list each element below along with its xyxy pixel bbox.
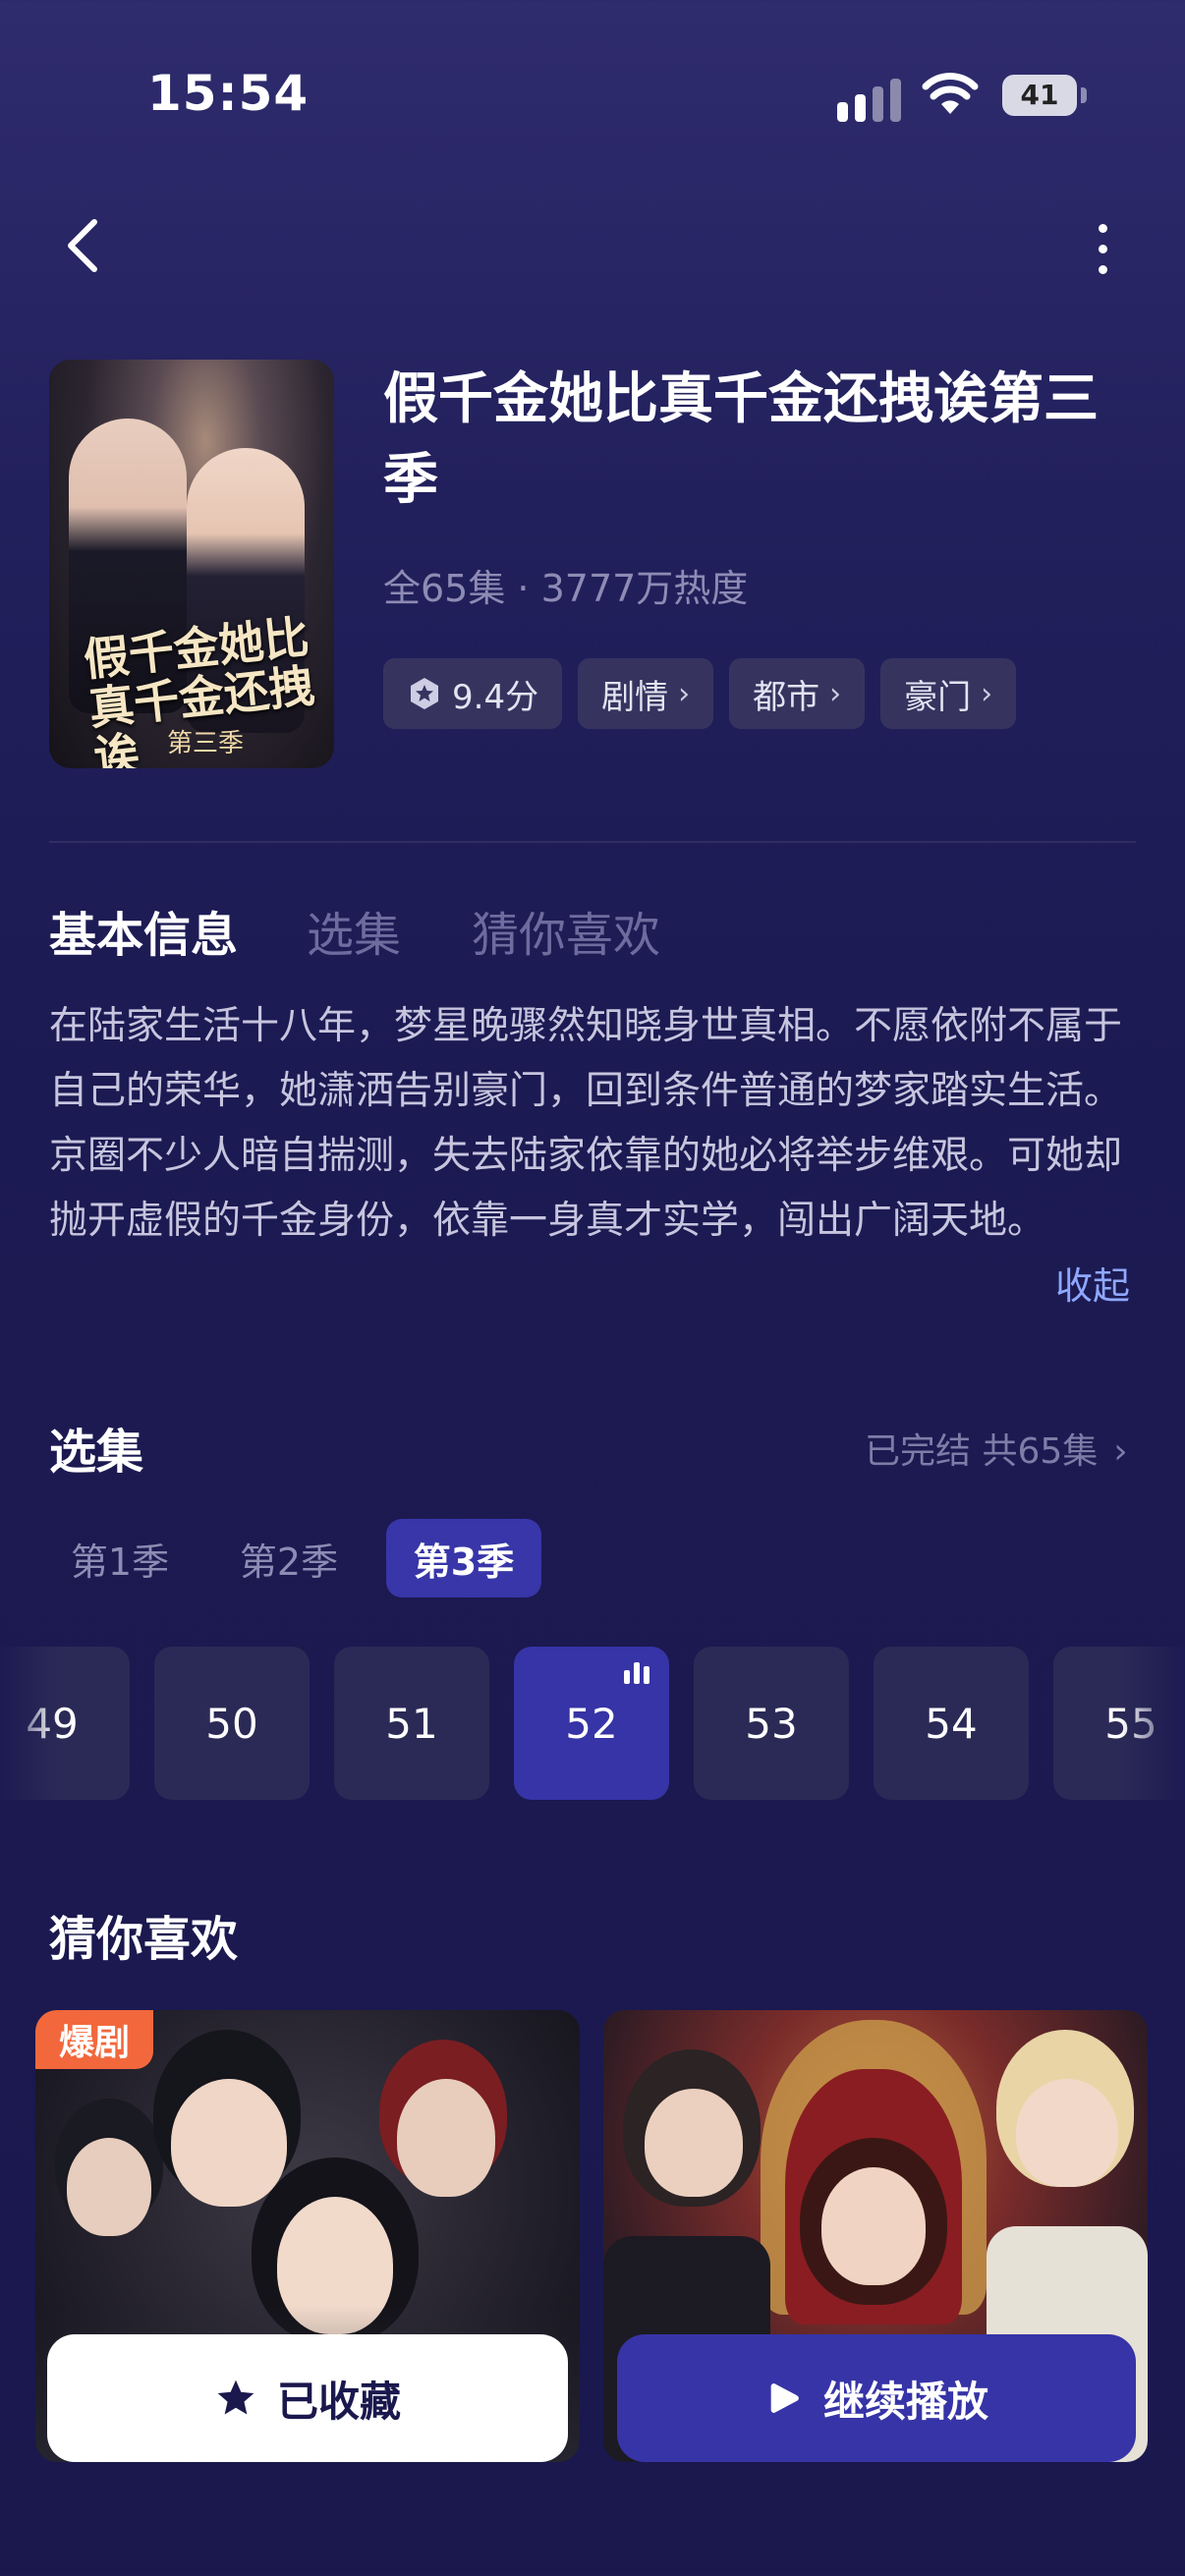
back-icon[interactable] [59,216,108,275]
drama-title: 假千金她比真千金还拽诶第三季 [383,367,1099,512]
recommend-section-title: 猜你喜欢 [49,1912,239,1967]
scroll-fade [0,1647,59,1800]
now-playing-icon [624,1662,653,1684]
rating-star-icon [411,678,438,709]
tab-recommend[interactable]: 猜你喜欢 [472,896,660,965]
tab-episodes[interactable]: 选集 [307,896,401,965]
season-tab-1[interactable]: 第1季 [65,1519,175,1597]
season-tab-2[interactable]: 第2季 [232,1519,346,1597]
drama-meta: 全65集 · 3777万热度 [383,567,749,610]
episode-tile[interactable]: 53 [694,1647,849,1800]
battery-icon: 41 [1002,75,1089,116]
continue-play-button-label: 继续播放 [822,2377,988,2426]
chevron-right-icon: › [829,676,842,711]
more-options-icon[interactable] [1085,218,1120,279]
episodes-section-title: 选集 [49,1425,144,1480]
chevron-right-icon: › [981,676,993,711]
favorite-button[interactable]: 已收藏 [47,2334,568,2462]
play-icon [770,2383,799,2413]
chevron-right-icon: › [1113,1431,1128,1472]
drama-poster[interactable]: 假千金她比真千金还拽诶 第三季 [49,360,334,768]
genre-tag[interactable]: 豪门 › [880,658,1017,729]
episodes-status-link[interactable]: 已完结 共65集 › [865,1423,1128,1474]
chevron-right-icon: › [678,676,691,711]
continue-play-button[interactable]: 继续播放 [617,2334,1136,2462]
star-icon [217,2380,254,2415]
rating-value: 9.4分 [452,677,539,717]
hot-badge: 爆剧 [35,2010,154,2069]
divider [49,841,1136,843]
drama-description: 在陆家生活十八年，梦星晚骤然知晓身世真相。不愿依附不属于自己的荣华，她潇洒告别豪… [49,1004,1123,1243]
poster-subtitle: 第三季 [167,729,245,758]
battery-level: 41 [1002,75,1077,116]
cellular-signal-icon [837,75,902,122]
episode-tile-current[interactable]: 52 [514,1647,669,1800]
episode-number: 52 [565,1699,618,1748]
status-time: 15:54 [147,65,310,122]
episode-tile[interactable]: 51 [334,1647,489,1800]
genre-tag[interactable]: 剧情 › [578,658,714,729]
genre-tag-label: 剧情 [601,677,669,717]
wifi-icon [922,73,979,114]
scroll-fade [1120,1647,1185,1800]
episode-tile[interactable]: 50 [154,1647,310,1800]
season-tab-3[interactable]: 第3季 [386,1519,541,1597]
genre-tag[interactable]: 都市 › [729,658,866,729]
rating-tag: 9.4分 [383,658,563,729]
collapse-link[interactable]: 收起 [1055,1256,1130,1310]
tag-row: 9.4分 剧情 › 都市 › 豪门 › [383,658,1017,729]
episodes-status: 已完结 共65集 [865,1431,1099,1472]
genre-tag-label: 都市 [753,677,820,717]
favorite-button-label: 已收藏 [276,2377,401,2426]
genre-tag-label: 豪门 [904,677,972,717]
tab-basic-info[interactable]: 基本信息 [49,896,238,965]
episode-tile[interactable]: 54 [874,1647,1029,1800]
